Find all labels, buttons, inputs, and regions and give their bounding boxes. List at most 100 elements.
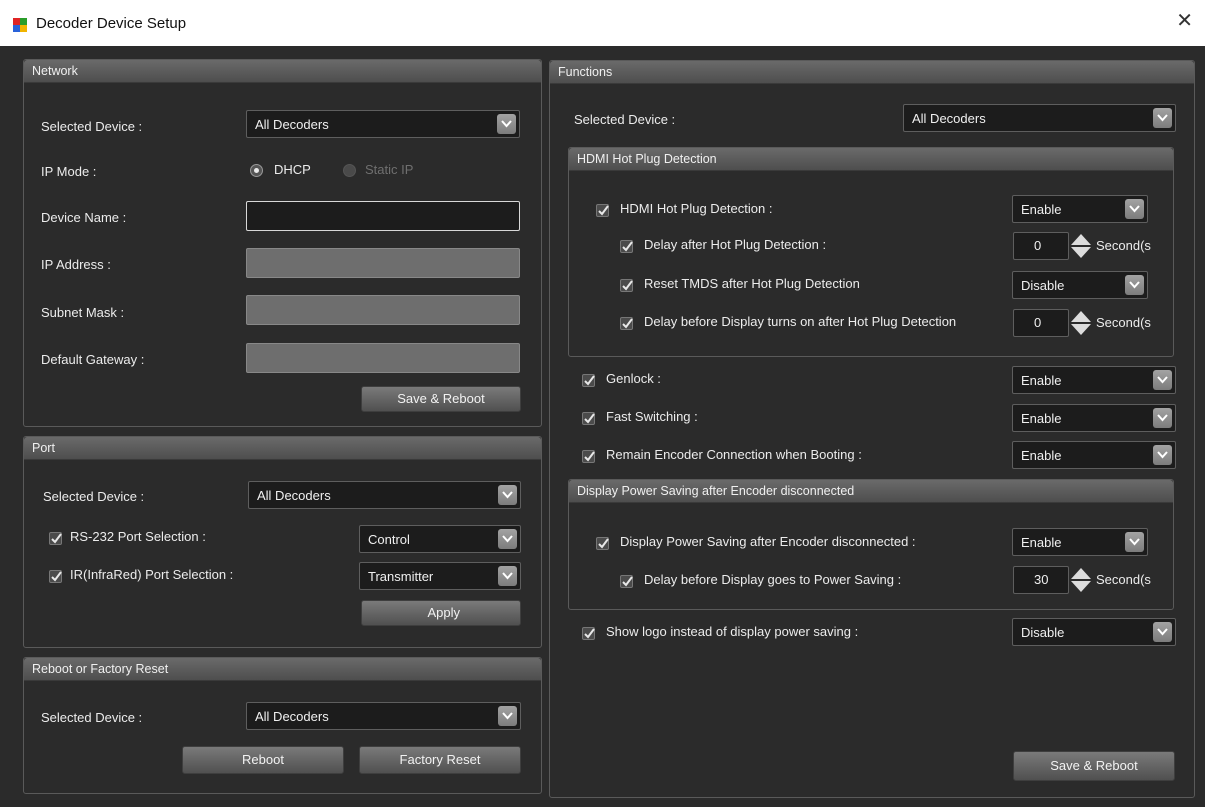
apply-button[interactable]: Apply <box>361 600 521 626</box>
functions-panel: Functions Selected Device : All Decoders… <box>549 60 1195 798</box>
chevron-down-icon[interactable] <box>1153 408 1172 428</box>
remain-connection-dropdown[interactable]: Enable <box>1012 441 1176 469</box>
chevron-down-icon[interactable] <box>1153 370 1172 390</box>
hotplug-detection-dropdown[interactable]: Enable <box>1012 195 1148 223</box>
reboot-button[interactable]: Reboot <box>182 746 344 774</box>
chevron-down-icon[interactable] <box>498 706 517 726</box>
delay-after-unit: Second(s <box>1096 238 1151 253</box>
hotplug-header: HDMI Hot Plug Detection <box>569 148 1173 171</box>
title-bar: Decoder Device Setup ✕ <box>0 0 1205 46</box>
dropdown-value: Enable <box>1021 448 1062 463</box>
spin-down-icon[interactable] <box>1069 580 1093 594</box>
ir-checkbox[interactable] <box>49 570 62 583</box>
ir-label: IR(InfraRed) Port Selection : <box>70 567 234 582</box>
default-gateway-label: Default Gateway : <box>41 352 145 367</box>
factory-reset-button[interactable]: Factory Reset <box>359 746 521 774</box>
power-saving-checkbox[interactable] <box>596 537 609 550</box>
chevron-down-icon[interactable] <box>1125 275 1144 295</box>
functions-header: Functions <box>550 61 1194 84</box>
dropdown-value: Enable <box>1021 535 1062 550</box>
spin-down-icon[interactable] <box>1069 323 1093 337</box>
delay-after-hotplug-spinner <box>1069 232 1093 260</box>
chevron-down-icon[interactable] <box>498 485 517 505</box>
spin-up-icon[interactable] <box>1069 309 1093 323</box>
port-device-dropdown[interactable]: All Decoders <box>248 481 521 509</box>
dropdown-value: All Decoders <box>255 117 329 132</box>
power-saving-dropdown[interactable]: Enable <box>1012 528 1148 556</box>
dropdown-value: Disable <box>1021 625 1065 640</box>
dropdown-value: Disable <box>1021 278 1065 293</box>
power-saving-delay-unit: Second(s <box>1096 572 1151 587</box>
network-header: Network <box>24 60 541 83</box>
static-ip-radio[interactable] <box>343 164 356 177</box>
power-saving-header: Display Power Saving after Encoder disco… <box>569 480 1173 503</box>
rs232-dropdown[interactable]: Control <box>359 525 521 553</box>
ip-address-label: IP Address : <box>41 257 111 272</box>
reset-tmds-dropdown[interactable]: Disable <box>1012 271 1148 299</box>
reset-tmds-checkbox[interactable] <box>620 279 633 292</box>
dropdown-value: Control <box>368 532 410 547</box>
fast-switching-label: Fast Switching : <box>606 409 698 424</box>
chevron-down-icon[interactable] <box>1125 532 1144 552</box>
reset-device-dropdown[interactable]: All Decoders <box>246 702 521 730</box>
hotplug-detection-checkbox[interactable] <box>596 204 609 217</box>
power-saving-delay-checkbox[interactable] <box>620 575 633 588</box>
fast-switching-checkbox[interactable] <box>582 412 595 425</box>
genlock-dropdown[interactable]: Enable <box>1012 366 1176 394</box>
dropdown-value: All Decoders <box>255 709 329 724</box>
power-saving-group: Display Power Saving after Encoder disco… <box>568 479 1174 610</box>
ip-mode-label: IP Mode : <box>41 164 97 179</box>
functions-save-reboot-button[interactable]: Save & Reboot <box>1013 751 1175 781</box>
spin-up-icon[interactable] <box>1069 566 1093 580</box>
genlock-label: Genlock : <box>606 371 661 386</box>
spin-up-icon[interactable] <box>1069 232 1093 246</box>
delay-after-hotplug-checkbox[interactable] <box>620 240 633 253</box>
chevron-down-icon[interactable] <box>498 529 517 549</box>
network-device-dropdown[interactable]: All Decoders <box>246 110 520 138</box>
remain-connection-label: Remain Encoder Connection when Booting : <box>606 447 862 462</box>
spin-down-icon[interactable] <box>1069 246 1093 260</box>
chevron-down-icon[interactable] <box>1153 622 1172 642</box>
power-saving-delay-spinner <box>1069 566 1093 594</box>
power-saving-label: Display Power Saving after Encoder disco… <box>620 534 916 549</box>
close-icon[interactable]: ✕ <box>1176 11 1193 31</box>
rs232-checkbox[interactable] <box>49 532 62 545</box>
remain-connection-checkbox[interactable] <box>582 450 595 463</box>
delay-before-display-label: Delay before Display turns on after Hot … <box>644 314 957 329</box>
delay-before-display-value[interactable]: 0 <box>1013 309 1069 337</box>
network-panel: Network Selected Device : All Decoders I… <box>23 59 542 427</box>
subnet-mask-field <box>246 295 520 325</box>
static-ip-label: Static IP <box>365 162 414 177</box>
power-saving-delay-value[interactable]: 30 <box>1013 566 1069 594</box>
device-name-label: Device Name : <box>41 210 127 225</box>
chevron-down-icon[interactable] <box>1125 199 1144 219</box>
fast-switching-dropdown[interactable]: Enable <box>1012 404 1176 432</box>
power-saving-delay-label: Delay before Display goes to Power Savin… <box>644 572 902 587</box>
port-panel: Port Selected Device : All Decoders RS-2… <box>23 436 542 648</box>
dropdown-value: Enable <box>1021 373 1062 388</box>
delay-before-display-spinner <box>1069 309 1093 337</box>
show-logo-dropdown[interactable]: Disable <box>1012 618 1176 646</box>
ir-dropdown[interactable]: Transmitter <box>359 562 521 590</box>
functions-selected-device-label: Selected Device : <box>574 112 676 127</box>
port-header: Port <box>24 437 541 460</box>
delay-after-hotplug-value[interactable]: 0 <box>1013 232 1069 260</box>
dropdown-value: Enable <box>1021 202 1062 217</box>
chevron-down-icon[interactable] <box>498 566 517 586</box>
app-icon <box>13 18 27 32</box>
network-selected-device-label: Selected Device : <box>41 119 143 134</box>
chevron-down-icon[interactable] <box>497 114 516 134</box>
chevron-down-icon[interactable] <box>1153 108 1172 128</box>
network-save-reboot-button[interactable]: Save & Reboot <box>361 386 521 412</box>
chevron-down-icon[interactable] <box>1153 445 1172 465</box>
device-name-field[interactable] <box>246 201 520 231</box>
dhcp-radio[interactable] <box>250 164 263 177</box>
dropdown-value: All Decoders <box>912 111 986 126</box>
ip-address-field <box>246 248 520 278</box>
functions-device-dropdown[interactable]: All Decoders <box>903 104 1176 132</box>
reset-header: Reboot or Factory Reset <box>24 658 541 681</box>
delay-before-display-checkbox[interactable] <box>620 317 633 330</box>
genlock-checkbox[interactable] <box>582 374 595 387</box>
show-logo-checkbox[interactable] <box>582 627 595 640</box>
port-selected-device-label: Selected Device : <box>43 489 145 504</box>
